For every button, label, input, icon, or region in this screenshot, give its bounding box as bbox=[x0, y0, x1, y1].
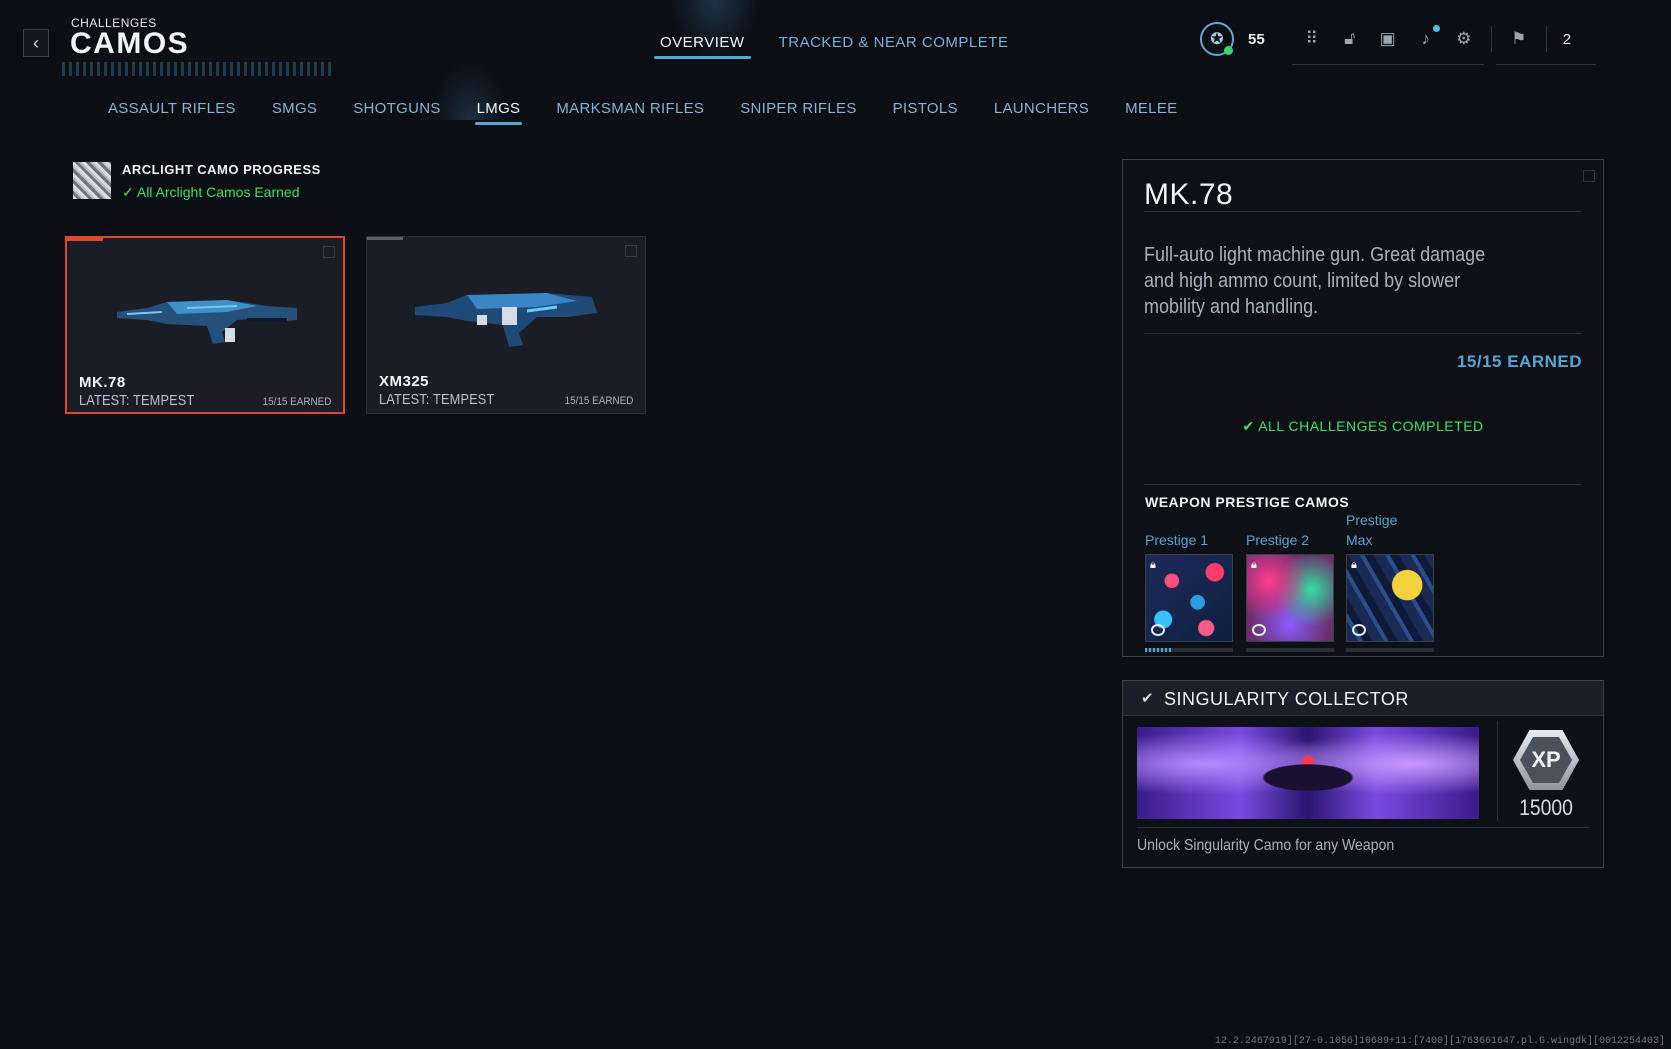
category-tab-shotguns[interactable]: SHOTGUNS bbox=[353, 100, 440, 125]
lock-icon: 🔒︎ bbox=[1251, 559, 1257, 571]
prestige-icon bbox=[1151, 624, 1165, 636]
camo-progress-bar bbox=[1346, 648, 1434, 652]
card-corner-icon bbox=[323, 246, 335, 258]
player-level: 55 bbox=[1248, 30, 1265, 48]
rank-badge-icon[interactable]: ✪ bbox=[1200, 22, 1234, 56]
weapon-card-mk78[interactable]: MK.78 LATEST: TEMPEST 15/15 EARNED bbox=[65, 236, 345, 414]
camo-label: Prestige Max bbox=[1346, 512, 1398, 548]
camo-progress-bar bbox=[1246, 648, 1334, 652]
prestige-camo-2[interactable]: Prestige 2 🔒︎ bbox=[1246, 510, 1334, 652]
category-tab-melee[interactable]: MELEE bbox=[1125, 100, 1177, 125]
chevron-left-icon: ‹ bbox=[33, 32, 39, 53]
collector-description: Unlock Singularity Camo for any Weapon bbox=[1137, 837, 1395, 854]
camo-label: Prestige 2 bbox=[1246, 532, 1310, 548]
camo-progress-bar bbox=[1145, 648, 1233, 652]
arclight-camo-thumbnail bbox=[73, 162, 111, 199]
xp-icon: XP bbox=[1511, 729, 1581, 791]
xp-label: XP bbox=[1520, 737, 1572, 783]
collector-header: ✔ SINGULARITY COLLECTOR bbox=[1123, 681, 1603, 716]
xp-reward-value: 15000 bbox=[1519, 795, 1573, 820]
divider bbox=[1144, 333, 1582, 334]
prestige-icon bbox=[1252, 624, 1266, 636]
lock-icon: 🔒︎ bbox=[1351, 559, 1357, 571]
camo-swatch: 🔒︎ bbox=[1346, 554, 1434, 642]
challenges-status-text: ALL CHALLENGES COMPLETED bbox=[1258, 418, 1484, 434]
page-title: CAMOS bbox=[70, 27, 190, 60]
prestige-camos-title: WEAPON PRESTIGE CAMOS bbox=[1145, 494, 1350, 510]
checkmark-icon: ✔ bbox=[1141, 690, 1154, 707]
checkmark-icon: ✔ bbox=[1242, 418, 1259, 434]
lmg-image bbox=[117, 300, 297, 344]
detail-earned-count: 15/15 EARNED bbox=[1456, 352, 1582, 371]
weapon-name: XM325 bbox=[379, 373, 430, 390]
prestige-icon bbox=[1352, 624, 1366, 636]
camo-progress-fill bbox=[1145, 648, 1172, 652]
collector-title: SINGULARITY COLLECTOR bbox=[1164, 689, 1409, 709]
arclight-status-text: All Arclight Camos Earned bbox=[136, 184, 300, 200]
card-corner-icon bbox=[625, 245, 637, 257]
settings-icon[interactable]: ⚙ bbox=[1453, 28, 1475, 50]
tab-overview[interactable]: OVERVIEW bbox=[654, 34, 751, 59]
hud-bar: ✪ 55 ⠿ 🔓︎ ▣ ♪ ⚙ ⚑ 2 bbox=[1200, 22, 1571, 56]
notification-dot bbox=[1432, 25, 1440, 32]
weapon-latest-camo: LATEST: TEMPEST bbox=[379, 391, 495, 408]
detail-weapon-name: MK.78 bbox=[1144, 178, 1234, 211]
divider bbox=[1144, 211, 1582, 212]
camo-swatch: 🔒︎ bbox=[1246, 554, 1334, 642]
hud-divider bbox=[1545, 26, 1547, 52]
party-count: 2 bbox=[1562, 30, 1572, 48]
category-tab-lmgs[interactable]: LMGS bbox=[474, 100, 523, 125]
category-tab-sniper-rifles[interactable]: SNIPER RIFLES bbox=[740, 100, 856, 125]
hud-underline bbox=[1292, 64, 1484, 65]
checkmark-icon: ✓ bbox=[122, 184, 137, 200]
arclight-progress-title: ARCLIGHT CAMO PROGRESS bbox=[122, 162, 321, 177]
detail-description: Full-auto light machine gun. Great damag… bbox=[1144, 244, 1486, 318]
top-tabs: OVERVIEW TRACKED & NEAR COMPLETE bbox=[654, 34, 1009, 59]
back-button[interactable]: ‹ bbox=[23, 29, 49, 57]
tab-tracked-near-complete[interactable]: TRACKED & NEAR COMPLETE bbox=[779, 34, 1009, 59]
unlock-icon[interactable]: 🔓︎ bbox=[1339, 28, 1361, 50]
lmg-image bbox=[415, 293, 597, 347]
category-tab-launchers[interactable]: LAUNCHERS bbox=[994, 100, 1089, 125]
build-version-string: 12.2.2467919][27-0.1056]10689+11:[7400][… bbox=[1214, 1036, 1665, 1047]
divider bbox=[1137, 827, 1589, 828]
weapon-name: MK.78 bbox=[79, 374, 126, 391]
prestige-camo-1[interactable]: Prestige 1 🔒︎ bbox=[1145, 510, 1233, 652]
category-tabs: ASSAULT RIFLES SMGS SHOTGUNS LMGS MARKSM… bbox=[108, 100, 1177, 125]
camera-icon[interactable]: ▣ bbox=[1377, 28, 1399, 50]
challenges-status: ✔ ALL CHALLENGES COMPLETED bbox=[1123, 418, 1603, 435]
online-status-icon bbox=[1224, 46, 1233, 55]
weapon-latest-camo: LATEST: TEMPEST bbox=[79, 392, 195, 409]
singularity-reward-image bbox=[1137, 727, 1479, 819]
lock-icon: 🔒︎ bbox=[1150, 559, 1156, 571]
divider bbox=[1497, 721, 1498, 821]
card-accent-bar bbox=[67, 238, 103, 241]
singularity-collector-card: ✔ SINGULARITY COLLECTOR XP 15000 Unlock … bbox=[1122, 680, 1604, 868]
category-tab-assault-rifles[interactable]: ASSAULT RIFLES bbox=[108, 100, 236, 125]
weapon-earned-count: 15/15 EARNED bbox=[262, 396, 331, 408]
bell-icon[interactable]: ♪ bbox=[1415, 25, 1440, 50]
category-tab-smgs[interactable]: SMGS bbox=[272, 100, 317, 125]
grid-icon[interactable]: ⠿ bbox=[1301, 28, 1323, 50]
divider bbox=[1144, 484, 1582, 485]
title-decoration bbox=[62, 62, 332, 76]
camo-label: Prestige 1 bbox=[1145, 532, 1209, 548]
weapon-card-xm325[interactable]: XM325 LATEST: TEMPEST 15/15 EARNED bbox=[366, 236, 646, 414]
category-tab-marksman-rifles[interactable]: MARKSMAN RIFLES bbox=[556, 100, 704, 125]
card-accent-bar bbox=[367, 237, 403, 240]
weapon-detail-panel: MK.78 Full-auto light machine gun. Great… bbox=[1122, 159, 1604, 657]
weapon-earned-count: 15/15 EARNED bbox=[564, 395, 633, 407]
hud-divider bbox=[1490, 26, 1492, 52]
party-icon[interactable]: ⚑ bbox=[1508, 28, 1530, 50]
arclight-progress-status: ✓ All Arclight Camos Earned bbox=[122, 184, 300, 201]
camo-swatch: 🔒︎ bbox=[1145, 554, 1233, 642]
hud-underline bbox=[1496, 64, 1596, 65]
panel-corner-icon bbox=[1583, 170, 1595, 182]
prestige-camo-max[interactable]: Prestige Max 🔒︎ bbox=[1346, 510, 1434, 652]
category-tab-pistols[interactable]: PISTOLS bbox=[893, 100, 958, 125]
